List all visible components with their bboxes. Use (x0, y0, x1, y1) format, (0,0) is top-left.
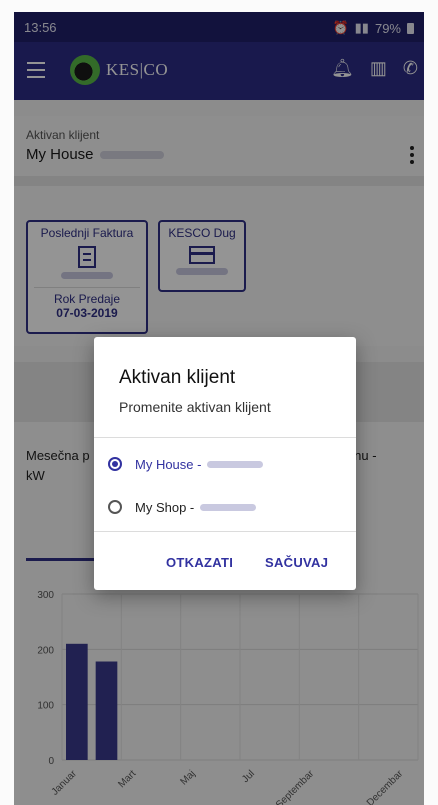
redacted-account-number (207, 460, 264, 468)
save-button[interactable]: SAČUVAJ (265, 555, 328, 570)
dialog-divider-top (94, 437, 356, 438)
dialog-subtitle: Promenite aktivan klijent (119, 399, 271, 415)
radio-unselected-icon[interactable] (108, 500, 122, 514)
redacted-account-number (200, 503, 257, 511)
cancel-button[interactable]: OTKAZATI (166, 555, 233, 570)
active-client-dialog: Aktivan klijent Promenite aktivan klijen… (94, 337, 356, 590)
phone-screen: 13:56 ⏰ ▮▮ 79% KES|CO 🔔︎ ▥ ✆ Aktivan kli… (14, 12, 424, 805)
dialog-title: Aktivan klijent (119, 367, 236, 388)
client-option-my-shop[interactable]: My Shop - (108, 490, 257, 524)
screenshot-frame: 13:56 ⏰ ▮▮ 79% KES|CO 🔔︎ ▥ ✆ Aktivan kli… (0, 0, 438, 805)
radio-selected-icon[interactable] (108, 457, 122, 471)
client-option-my-house[interactable]: My House - (108, 447, 264, 481)
dialog-divider-bottom (94, 531, 356, 532)
